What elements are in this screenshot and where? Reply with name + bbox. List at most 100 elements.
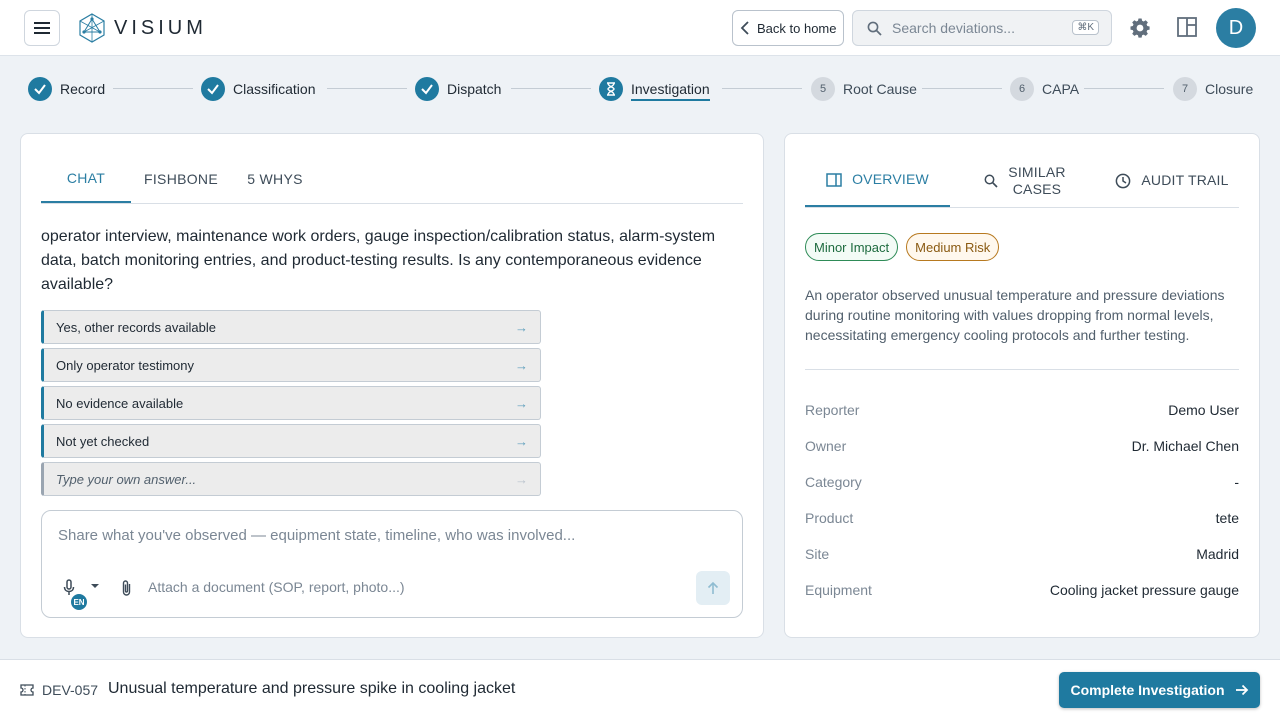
tab-similar-cases-label: SIMILAR CASES: [1008, 164, 1065, 198]
step-complete-marker: [201, 77, 225, 101]
tab-similar-cases[interactable]: SIMILAR CASES: [960, 154, 1090, 207]
send-button[interactable]: [696, 571, 730, 605]
step-connector: [922, 88, 1002, 89]
tab-similar-line2: CASES: [1012, 180, 1062, 197]
custom-answer-label: Type your own answer...: [56, 471, 197, 487]
meta-value: Cooling jacket pressure gauge: [1049, 582, 1239, 598]
tab-chat[interactable]: CHAT: [41, 154, 131, 203]
deviation-title: Unusual temperature and pressure spike i…: [108, 680, 516, 697]
step-label: Root Cause: [843, 81, 917, 97]
answer-option-label: Only operator testimony: [56, 357, 195, 373]
divider: [805, 369, 1239, 370]
message-input[interactable]: [58, 527, 718, 544]
meta-row-product: Product tete: [805, 500, 1239, 536]
answer-option-label: Not yet checked: [56, 433, 150, 449]
step-connector: [511, 88, 591, 89]
step-label: Record: [60, 81, 106, 97]
settings-button[interactable]: [1128, 16, 1152, 45]
investigation-chat-panel: CHAT FISHBONE 5 WHYS operator interview,…: [20, 133, 764, 638]
step-root-cause[interactable]: 5 Root Cause: [811, 66, 917, 112]
caret-down-icon: [91, 584, 99, 588]
user-avatar[interactable]: D: [1216, 8, 1256, 48]
custom-answer-option[interactable]: Type your own answer... →: [41, 462, 541, 496]
arrow-up-icon: [707, 581, 719, 594]
message-composer: EN Attach a document (SOP, report, photo…: [41, 510, 743, 618]
arrow-right-icon: →: [515, 319, 528, 335]
panel-layout-icon: [1177, 17, 1197, 37]
meta-key: Equipment: [805, 582, 872, 598]
app-name: VISIUM: [114, 16, 207, 39]
meta-value: -: [1234, 474, 1239, 490]
step-connector: [113, 88, 193, 89]
voice-input-button[interactable]: EN: [62, 579, 102, 611]
search-box[interactable]: ⌘K: [852, 10, 1112, 46]
step-connector: [327, 88, 407, 89]
deviation-metadata: Reporter Demo User Owner Dr. Michael Che…: [805, 392, 1239, 608]
tab-overview[interactable]: OVERVIEW: [805, 154, 950, 207]
arrow-right-icon: [1235, 684, 1248, 696]
back-to-home-label: Back to home: [757, 20, 837, 36]
meta-value: Demo User: [1168, 402, 1239, 418]
meta-row-site: Site Madrid: [805, 536, 1239, 572]
arrow-right-icon: →: [515, 433, 528, 449]
step-number: 6: [1010, 77, 1034, 101]
search-input[interactable]: [892, 20, 1062, 36]
back-to-home-button[interactable]: Back to home: [732, 10, 844, 46]
step-label: CAPA: [1042, 81, 1080, 97]
step-capa[interactable]: 6 CAPA: [1010, 66, 1079, 112]
step-connector: [1084, 88, 1164, 89]
menu-button[interactable]: [24, 10, 60, 46]
gear-icon: [1130, 18, 1150, 38]
step-number: 5: [811, 77, 835, 101]
panel-icon: [826, 172, 842, 187]
step-classification[interactable]: Classification: [201, 66, 315, 112]
meta-key: Product: [805, 510, 854, 526]
step-record[interactable]: Record: [28, 66, 105, 112]
chevron-left-icon: [740, 21, 749, 35]
classification-badges: Minor Impact Medium Risk: [805, 233, 1007, 261]
tab-fishbone[interactable]: FISHBONE: [141, 154, 221, 203]
arrow-right-icon: →: [515, 357, 528, 373]
arrow-right-icon: →: [515, 471, 528, 487]
step-label: Dispatch: [447, 81, 502, 97]
answer-option[interactable]: Yes, other records available →: [41, 310, 541, 344]
answer-option-label: No evidence available: [56, 395, 184, 411]
details-tabs: OVERVIEW SIMILAR CASES AUDIT TRAIL: [805, 154, 1239, 208]
step-investigation[interactable]: Investigation: [599, 66, 710, 112]
answer-option[interactable]: No evidence available →: [41, 386, 541, 420]
meta-key: Category: [805, 474, 862, 490]
tab-audit-trail-label: AUDIT TRAIL: [1141, 172, 1229, 188]
app-logo[interactable]: VISIUM: [78, 13, 207, 43]
tab-audit-trail[interactable]: AUDIT TRAIL: [1105, 154, 1239, 207]
answer-option[interactable]: Not yet checked →: [41, 424, 541, 458]
search-shortcut-hint: ⌘K: [1072, 20, 1099, 35]
deviation-footer: DEV-057 Unusual temperature and pressure…: [0, 659, 1280, 720]
complete-investigation-button[interactable]: Complete Investigation: [1059, 672, 1260, 708]
tab-similar-line1: SIMILAR: [1008, 163, 1066, 180]
check-icon: [207, 84, 219, 95]
attach-document-label[interactable]: Attach a document (SOP, report, photo...…: [148, 579, 405, 595]
meta-value: tete: [1215, 510, 1239, 526]
language-badge: EN: [70, 593, 88, 611]
search-icon: [984, 174, 998, 188]
step-closure[interactable]: 7 Closure: [1173, 66, 1253, 112]
chat-tabs: CHAT FISHBONE 5 WHYS: [41, 154, 743, 204]
answer-options: Yes, other records available → Only oper…: [41, 310, 541, 500]
step-label: Closure: [1205, 81, 1254, 97]
top-header: VISIUM Back to home ⌘K D: [0, 0, 1280, 56]
layout-toggle-button[interactable]: [1176, 16, 1198, 43]
tab-5-whys[interactable]: 5 WHYS: [241, 154, 309, 203]
step-dispatch[interactable]: Dispatch: [415, 66, 501, 112]
deviation-description: An operator observed unusual temperature…: [805, 287, 1225, 343]
paperclip-icon[interactable]: [120, 579, 134, 597]
meta-row-reporter: Reporter Demo User: [805, 392, 1239, 428]
risk-badge: Medium Risk: [906, 233, 1000, 261]
meta-row-equipment: Equipment Cooling jacket pressure gauge: [805, 572, 1239, 608]
answer-option-label: Yes, other records available: [56, 319, 216, 335]
meta-key: Owner: [805, 438, 847, 454]
hamburger-icon: [34, 22, 50, 34]
answer-option[interactable]: Only operator testimony →: [41, 348, 541, 382]
meta-key: Site: [805, 546, 830, 562]
meta-row-owner: Owner Dr. Michael Chen: [805, 428, 1239, 464]
workflow-stepper: Record Classification Dispatch Investiga…: [0, 66, 1280, 112]
